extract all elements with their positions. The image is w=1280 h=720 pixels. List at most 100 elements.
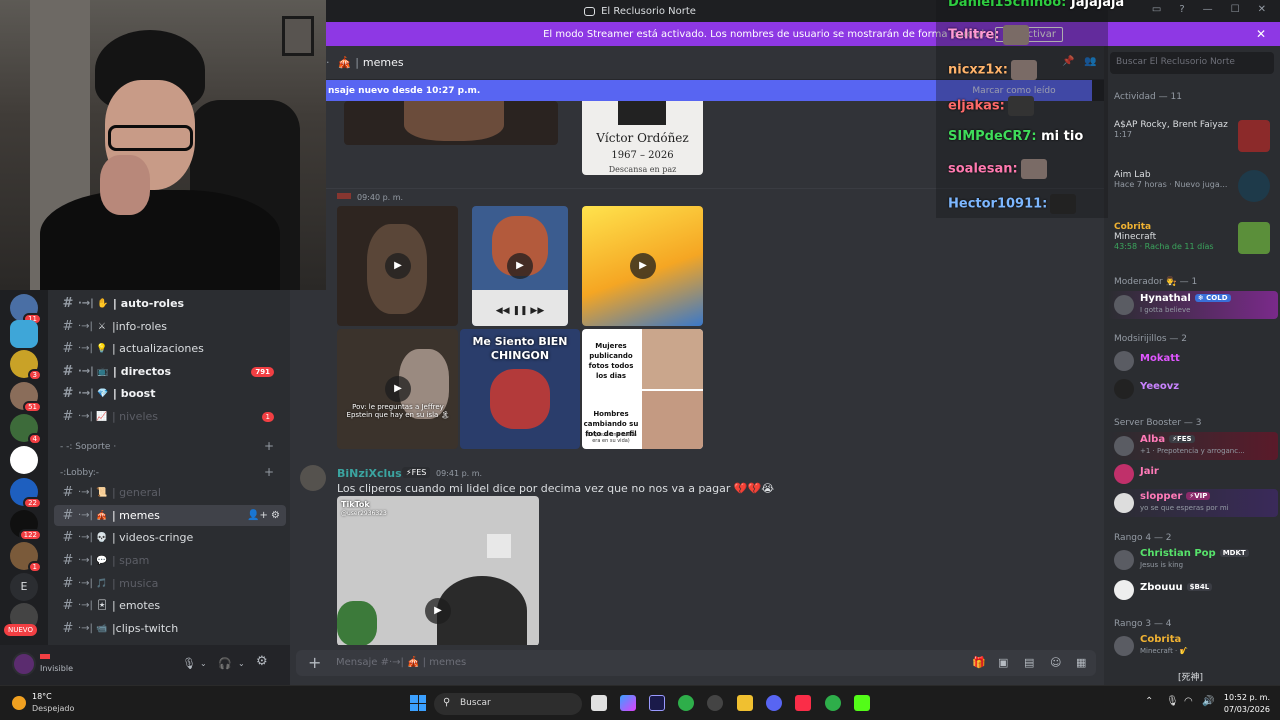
help-icon[interactable]: ? <box>1179 4 1184 15</box>
microphone-icon[interactable]: 🎙 <box>182 657 196 670</box>
app-icon[interactable] <box>707 695 723 711</box>
microphone-icon[interactable]: 🎙 <box>1166 696 1179 707</box>
member-item[interactable]: Hynathal ❄ COLD I gotta believe <box>1114 292 1274 318</box>
chevron-up-icon[interactable]: ⌃ <box>1145 696 1153 707</box>
play-icon[interactable]: ▶ <box>425 598 451 624</box>
premiere-icon[interactable] <box>649 695 665 711</box>
member-item[interactable]: Christian Pop MDKT Jesus is king <box>1114 547 1274 573</box>
play-icon[interactable]: ▶ <box>507 253 533 279</box>
video-attachment[interactable]: ▶ <box>337 206 458 326</box>
channel-musica[interactable]: # ·→| 🎵 | musica <box>54 573 286 594</box>
channel-boost[interactable]: # ·→| 💎 | boost <box>54 383 286 404</box>
member-item[interactable]: Jair <box>1114 461 1274 487</box>
video-attachment[interactable]: ▶ <box>582 206 703 326</box>
video-attachment[interactable]: Me Siento BIEN CHINGON <box>460 329 580 449</box>
server-icon[interactable]: 1 <box>10 542 42 573</box>
activity-item[interactable]: Aim Lab Hace 7 horas · Nuevo juga... <box>1114 170 1270 202</box>
member-item[interactable]: Mokatt <box>1114 348 1274 374</box>
member-item[interactable]: Cobrita Minecraft · 🎷 <box>1114 633 1274 659</box>
activity-item[interactable]: A$AP Rocky, Brent Faiyaz 1:17 <box>1114 120 1270 152</box>
wifi-icon[interactable]: ◠ <box>1184 696 1193 707</box>
chevron-down-icon[interactable]: ⌄ <box>238 659 245 668</box>
hash-icon: # <box>62 341 74 356</box>
kick-icon[interactable] <box>854 695 870 711</box>
message-input[interactable]: + Mensaje #·→| 🎪 | memes 🎁 ▣ ▤ ☺ ▦ <box>296 650 1096 676</box>
add-attachment-icon[interactable]: + <box>308 653 321 672</box>
category-lobby[interactable]: -:Lobby:- <box>60 468 99 478</box>
member-status: +1 · Prepotencia y arroganc... <box>1140 447 1245 455</box>
server-icon[interactable]: 122 <box>10 510 42 541</box>
windows-start-icon[interactable] <box>410 695 426 711</box>
music-icon[interactable] <box>795 695 811 711</box>
chrome-icon[interactable] <box>678 695 694 711</box>
minimize-icon[interactable]: — <box>1203 4 1213 15</box>
channel-memes[interactable]: # ·→| 🎪 | memes 👤+ ⚙ <box>54 505 286 526</box>
volume-icon[interactable]: 🔊 <box>1202 696 1214 707</box>
server-icon[interactable]: 51 <box>10 382 42 413</box>
clock[interactable]: 10:52 p. m. 07/03/2026 <box>1224 692 1270 716</box>
channel-general[interactable]: # ·→| 📜 | general <box>54 482 286 503</box>
server-icon[interactable]: 22 <box>10 478 42 509</box>
video-attachment[interactable]: ▶ Pov: le preguntas a Jeffrey Epstein qu… <box>337 329 458 449</box>
maximize-icon[interactable]: ☐ <box>1231 4 1240 15</box>
file-explorer-icon[interactable] <box>737 695 753 711</box>
channel-clips-twitch[interactable]: # ·→| 📹 |clips-twitch <box>54 618 286 639</box>
hash-icon: # <box>62 386 74 401</box>
play-icon[interactable]: ▶ <box>385 253 411 279</box>
channel-niveles[interactable]: # ·→| 📈 | niveles 1 <box>54 406 286 427</box>
channel-spam[interactable]: # ·→| 💬 | spam <box>54 550 286 571</box>
server-icon[interactable]: 4 <box>10 414 42 445</box>
sticker-icon[interactable]: ▤ <box>1024 656 1034 669</box>
emoji-icon[interactable]: ☺ <box>1050 656 1061 669</box>
add-channel-icon[interactable]: + <box>264 465 274 479</box>
category-soporte[interactable]: - -: Soporte · <box>60 442 116 452</box>
close-banner-icon[interactable]: ✕ <box>1256 27 1266 41</box>
member-item[interactable]: Zbouuu $B4L <box>1114 577 1274 603</box>
channel-videos-cringe[interactable]: # ·→| 💀 | videos-cringe <box>54 527 286 548</box>
stream-chat-user: Daniel15chihoo: <box>948 0 1067 10</box>
server-icon[interactable]: E <box>10 573 38 601</box>
task-view-icon[interactable] <box>591 695 607 711</box>
server-icon[interactable] <box>10 446 38 474</box>
hash-icon: # <box>62 485 74 500</box>
server-search-input[interactable]: Buscar El Reclusorio Norte <box>1110 52 1274 74</box>
close-window-icon[interactable]: ✕ <box>1258 4 1266 15</box>
inbox-icon[interactable]: ▭ <box>1152 4 1161 15</box>
avatar <box>1114 351 1134 371</box>
taskbar-search[interactable]: ⚲ Buscar <box>434 693 582 715</box>
member-item[interactable]: slopper ⚡VIP yo se que esperas por mi <box>1114 490 1274 516</box>
obituary-image[interactable]: Víctor Ordóñez 1967 – 2026 Descansa en p… <box>582 101 703 175</box>
copilot-icon[interactable] <box>620 695 636 711</box>
play-icon[interactable]: ▶ <box>385 376 411 402</box>
channel-directos[interactable]: # ·→| 📺 | directos 791 <box>54 361 286 382</box>
channel-settings-icon[interactable]: 👤+ ⚙ <box>247 510 280 521</box>
channel-info-roles[interactable]: # ·→| ⚔ |info-roles <box>54 316 286 337</box>
video-attachment[interactable] <box>344 101 558 145</box>
apps-icon[interactable]: ▦ <box>1076 656 1086 669</box>
headphones-icon[interactable]: 🎧 <box>218 657 232 670</box>
avatar[interactable] <box>12 652 36 676</box>
member-item[interactable]: Alba ⚡FES +1 · Prepotencia y arroganc... <box>1114 433 1274 459</box>
channel-emotes[interactable]: # ·→| 🃏 | emotes <box>54 595 286 616</box>
avatar[interactable] <box>300 465 326 491</box>
activity-item[interactable]: Cobrita Minecraft 43:58 · Racha de 11 dí… <box>1114 222 1270 254</box>
video-attachment[interactable]: ◀◀ ❚❚ ▶▶ ▶ <box>472 206 568 326</box>
gear-icon[interactable]: ⚙ <box>256 654 268 669</box>
server-icon[interactable]: 3 <box>10 350 42 381</box>
stream-chat-line: Telitre: <box>948 25 1029 45</box>
gif-icon[interactable]: ▣ <box>998 656 1008 669</box>
member-item[interactable]: Yeeovz <box>1114 376 1274 402</box>
server-icon[interactable] <box>10 320 38 348</box>
channel-auto-roles[interactable]: # ·→| ✋ | auto-roles <box>54 293 286 314</box>
video-attachment[interactable]: TikTok @user2936323 ▶ <box>337 496 539 645</box>
member-tag: [死神] <box>1178 673 1204 683</box>
chrome-icon[interactable] <box>825 695 841 711</box>
server-icon[interactable]: 11 <box>10 294 42 325</box>
discord-icon[interactable] <box>766 695 782 711</box>
image-attachment[interactable]: Mujeres publicando fotos todos los dias … <box>582 329 703 449</box>
play-icon[interactable]: ▶ <box>630 253 656 279</box>
gift-icon[interactable]: 🎁 <box>972 656 986 669</box>
add-channel-icon[interactable]: + <box>264 439 274 453</box>
chevron-down-icon[interactable]: ⌄ <box>200 659 207 668</box>
channel-actualizaciones[interactable]: # ·→| 💡 | actualizaciones <box>54 338 286 359</box>
